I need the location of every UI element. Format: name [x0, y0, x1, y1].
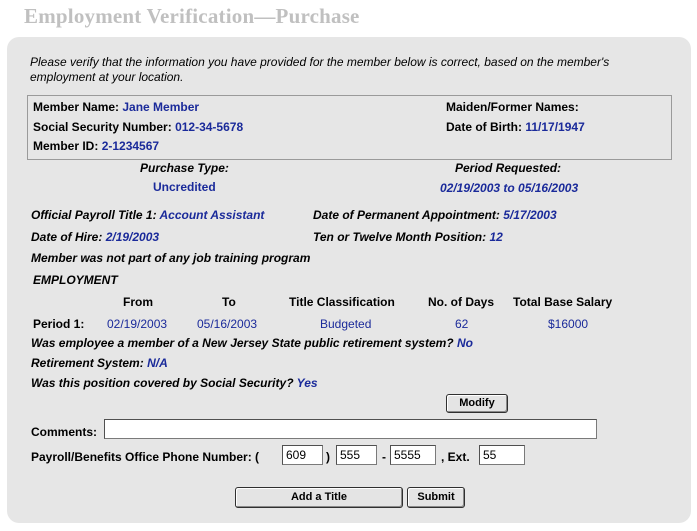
member-name-row: Member Name: Jane Member — [33, 100, 199, 114]
training-note: Member was not part of any job training … — [31, 251, 311, 265]
retirement-question-row: Was employee a member of a New Jersey St… — [31, 336, 473, 350]
submit-button[interactable]: Submit — [407, 487, 465, 508]
social-security-row: Was this position covered by Social Secu… — [31, 376, 318, 390]
intro-text: Please verify that the information you h… — [30, 55, 610, 84]
phone-label: Payroll/Benefits Office Phone Number: ( — [31, 450, 260, 464]
appointment-label: Date of Permanent Appointment: — [313, 208, 500, 222]
retirement-question-label: Was employee a member of a New Jersey St… — [31, 336, 454, 350]
page-title: Employment Verification—Purchase — [24, 4, 360, 28]
member-id-label: Member ID: — [33, 139, 99, 153]
period-1-from: 02/19/2003 — [107, 317, 168, 331]
phone-dash: - — [382, 450, 386, 464]
purchase-type-label: Purchase Type: — [140, 161, 229, 175]
period-requested-label: Period Requested: — [455, 161, 562, 175]
comments-label: Comments: — [31, 425, 98, 439]
purchase-type-value: Uncredited — [153, 180, 216, 194]
col-header-to: To — [222, 295, 236, 309]
retirement-system-label: Retirement System: — [31, 356, 144, 370]
dob-row: Date of Birth: 11/17/1947 — [446, 120, 585, 134]
hire-date-label: Date of Hire: — [31, 230, 103, 244]
member-name-value: Jane Member — [122, 100, 200, 114]
phone-ext-label: , Ext. — [441, 450, 470, 464]
member-name-label: Member Name: — [33, 100, 120, 114]
social-security-value: Yes — [296, 376, 318, 390]
maiden-name-row: Maiden/Former Names: — [446, 100, 579, 114]
hire-date-value: 2/19/2003 — [105, 230, 160, 244]
phone-close-paren: ) — [326, 450, 330, 464]
col-header-salary: Total Base Salary — [513, 295, 613, 309]
retirement-system-value: N/A — [147, 356, 168, 370]
month-position-row: Ten or Twelve Month Position: 12 — [313, 230, 503, 244]
period-1-days: 62 — [455, 317, 469, 331]
phone-prefix-input[interactable]: 555 — [336, 445, 377, 465]
phone-line-input[interactable]: 5555 — [390, 445, 436, 465]
dob-value: 11/17/1947 — [525, 120, 585, 134]
ssn-value: 012-34-5678 — [175, 120, 244, 134]
phone-area-code-input[interactable]: 609 — [282, 445, 323, 465]
employment-heading: EMPLOYMENT — [33, 273, 118, 287]
period-1-classification: Budgeted — [320, 317, 372, 331]
col-header-days: No. of Days — [428, 295, 495, 309]
payroll-title-label: Official Payroll Title 1: — [31, 208, 157, 222]
comments-input[interactable] — [104, 419, 597, 439]
month-position-label: Ten or Twelve Month Position: — [313, 230, 487, 244]
member-id-row: Member ID: 2-1234567 — [33, 139, 159, 153]
member-id-value: 2-1234567 — [101, 139, 160, 153]
period-1-to: 05/16/2003 — [197, 317, 258, 331]
month-position-value: 12 — [489, 230, 503, 244]
period-1-label: Period 1: — [33, 317, 85, 331]
appointment-row: Date of Permanent Appointment: 5/17/2003 — [313, 208, 557, 222]
retirement-system-row: Retirement System: N/A — [31, 356, 168, 370]
dob-label: Date of Birth: — [446, 120, 522, 134]
ssn-row: Social Security Number: 012-34-5678 — [33, 120, 243, 134]
appointment-value: 5/17/2003 — [503, 208, 557, 222]
ssn-label: Social Security Number: — [33, 120, 172, 134]
maiden-name-label: Maiden/Former Names: — [446, 100, 579, 114]
phone-ext-input[interactable]: 55 — [479, 445, 525, 465]
col-header-classification: Title Classification — [289, 295, 395, 309]
period-requested-value: 02/19/2003 to 05/16/2003 — [440, 181, 579, 195]
social-security-label: Was this position covered by Social Secu… — [31, 376, 294, 390]
period-1-salary: $16000 — [548, 317, 589, 331]
payroll-title-value: Account Assistant — [159, 208, 265, 222]
modify-button[interactable]: Modify — [446, 394, 508, 413]
col-header-from: From — [123, 295, 153, 309]
payroll-title-row: Official Payroll Title 1: Account Assist… — [31, 208, 264, 222]
retirement-question-value: No — [456, 336, 473, 350]
add-title-button[interactable]: Add a Title — [235, 487, 403, 508]
hire-date-row: Date of Hire: 2/19/2003 — [31, 230, 159, 244]
